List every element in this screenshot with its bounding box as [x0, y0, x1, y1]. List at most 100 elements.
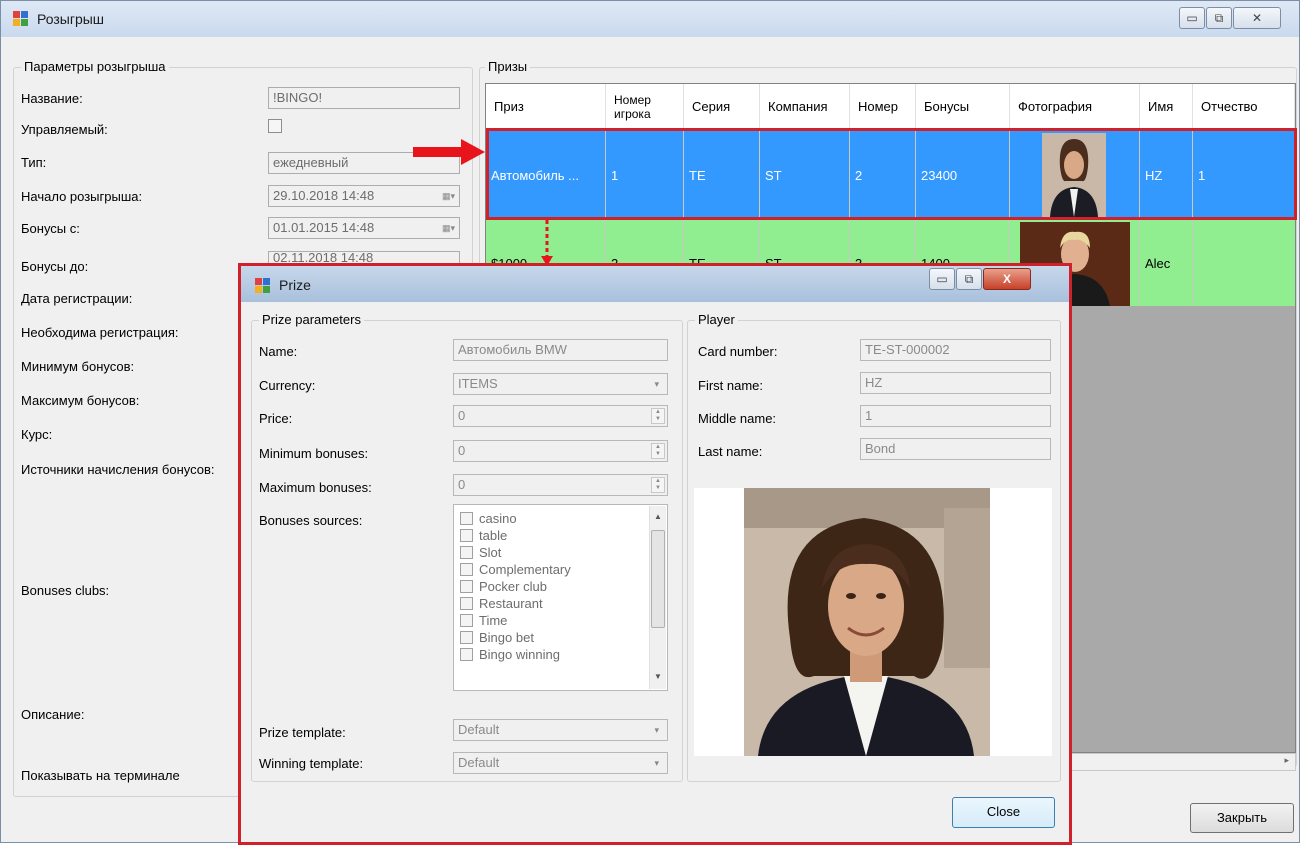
spin-icon[interactable]: ▲ ▼: [651, 477, 665, 493]
selected-row-highlight: [486, 128, 1297, 220]
winning-template-select[interactable]: Default ▾: [453, 752, 668, 774]
dialog-app-icon: [255, 278, 271, 294]
chevron-down-icon[interactable]: ▾: [654, 374, 659, 394]
list-item-label: casino: [479, 511, 517, 526]
card-number-field[interactable]: TE-ST-000002: [860, 339, 1051, 361]
first-name-field[interactable]: HZ: [860, 372, 1051, 394]
checkbox[interactable]: [460, 512, 473, 525]
list-item[interactable]: Time: [460, 613, 507, 628]
bonuses-from-datetime[interactable]: 01.01.2015 14:48 ▦▾: [268, 217, 460, 239]
column-header-patronymic[interactable]: Отчество: [1193, 84, 1295, 130]
list-item[interactable]: Pocker club: [460, 579, 547, 594]
start-datetime[interactable]: 29.10.2018 14:48 ▦▾: [268, 185, 460, 207]
list-scrollbar[interactable]: ▲ ▼: [649, 506, 666, 689]
label-first-name: First name:: [698, 378, 764, 393]
scroll-thumb[interactable]: [651, 530, 665, 628]
label-show-on-terminal: Показывать на терминале: [21, 768, 180, 783]
label-start: Начало розыгрыша:: [21, 189, 143, 204]
prize-template-select[interactable]: Default ▾: [453, 719, 668, 741]
label-registration-required: Необходима регистрация:: [21, 325, 179, 340]
spin-icon[interactable]: ▲ ▼: [651, 443, 665, 459]
chevron-down-icon[interactable]: ▾: [654, 720, 659, 740]
label-last-name: Last name:: [698, 444, 763, 459]
label-currency: Currency:: [259, 378, 316, 393]
scroll-up-icon[interactable]: ▲: [654, 512, 662, 521]
label-min-bonuses: Minimum bonuses:: [259, 446, 369, 461]
calendar-icon[interactable]: ▦▾: [442, 218, 455, 238]
scroll-right-icon[interactable]: ▸: [1284, 755, 1289, 766]
max-bonuses-stepper[interactable]: 0 ▲ ▼: [453, 474, 668, 496]
list-item[interactable]: Restaurant: [460, 596, 543, 611]
label-winning-template: Winning template:: [259, 756, 364, 771]
checkbox[interactable]: [460, 580, 473, 593]
bonus-sources-list[interactable]: casino table Slot Complementary Pocker c…: [453, 504, 668, 691]
column-header-company[interactable]: Компания: [760, 84, 850, 130]
start-value: 29.10.2018 14:48: [273, 188, 375, 203]
column-header-prize[interactable]: Приз: [486, 84, 606, 130]
cell-name: Alec: [1140, 220, 1193, 306]
checkbox[interactable]: [460, 631, 473, 644]
close-button[interactable]: Закрыть: [1190, 803, 1294, 833]
name-field[interactable]: !BINGO!: [268, 87, 460, 109]
list-item[interactable]: Bingo winning: [460, 647, 560, 662]
dialog-restore-button[interactable]: ⧉: [956, 268, 982, 290]
column-header-series[interactable]: Серия: [684, 84, 760, 130]
price-stepper[interactable]: 0 ▲ ▼: [453, 405, 668, 427]
column-header-number[interactable]: Номер: [850, 84, 916, 130]
label-bonus-sources: Источники начисления бонусов:: [21, 462, 215, 477]
label-bonuses-to: Бонусы до:: [21, 259, 89, 274]
dialog-minimize-button[interactable]: ▭: [929, 268, 955, 290]
label-registration-date: Дата регистрации:: [21, 291, 133, 306]
spin-icon[interactable]: ▲ ▼: [651, 408, 665, 424]
list-item-label: Bingo bet: [479, 630, 534, 645]
label-max-bonuses: Максимум бонусов:: [21, 393, 140, 408]
dotted-connector-icon: [541, 220, 553, 266]
dialog-close-x-button[interactable]: X: [983, 268, 1031, 290]
label-prize-name: Name:: [259, 344, 298, 359]
calendar-icon[interactable]: ▦▾: [442, 186, 455, 206]
middle-name-field[interactable]: 1: [860, 405, 1051, 427]
column-header-name[interactable]: Имя: [1140, 84, 1193, 130]
main-title-bar[interactable]: Розыгрыш ▭ ⧉ ✕: [1, 1, 1299, 37]
checkbox[interactable]: [460, 648, 473, 661]
price-value: 0: [458, 408, 466, 423]
label-name: Название:: [21, 91, 83, 106]
currency-select[interactable]: ITEMS ▾: [453, 373, 668, 395]
prize-name-field[interactable]: Автомобиль BMW: [453, 339, 668, 361]
checkbox[interactable]: [460, 597, 473, 610]
checkbox[interactable]: [460, 614, 473, 627]
list-item[interactable]: Bingo bet: [460, 630, 534, 645]
prizes-group-title: Призы: [485, 59, 531, 74]
checkbox[interactable]: [460, 546, 473, 559]
restore-button[interactable]: ⧉: [1206, 7, 1232, 29]
prize-template-value: Default: [458, 722, 500, 737]
label-prize-template: Prize template:: [259, 725, 346, 740]
list-item[interactable]: casino: [460, 511, 517, 526]
list-item[interactable]: Complementary: [460, 562, 571, 577]
checkbox[interactable]: [460, 529, 473, 542]
checkbox[interactable]: [460, 563, 473, 576]
label-card-number: Card number:: [698, 344, 778, 359]
label-description: Описание:: [21, 707, 85, 722]
column-header-bonuses[interactable]: Бонусы: [916, 84, 1010, 130]
bonuses-from-value: 01.01.2015 14:48: [273, 220, 375, 235]
max-bonuses-value: 0: [458, 477, 466, 492]
scroll-down-icon[interactable]: ▼: [654, 672, 662, 681]
list-item[interactable]: Slot: [460, 545, 501, 560]
dialog-title-bar[interactable]: Prize ▭ ⧉ X: [241, 266, 1069, 302]
last-name-field[interactable]: Bond: [860, 438, 1051, 460]
list-item[interactable]: table: [460, 528, 507, 543]
close-window-button[interactable]: ✕: [1233, 7, 1281, 29]
dialog-title: Prize: [279, 277, 311, 293]
column-header-player-number[interactable]: Номер игрока: [606, 84, 684, 130]
minimize-button[interactable]: ▭: [1179, 7, 1205, 29]
list-item-label: Complementary: [479, 562, 571, 577]
list-item-label: table: [479, 528, 508, 543]
chevron-down-icon[interactable]: ▾: [654, 753, 659, 773]
column-header-photo[interactable]: Фотография: [1010, 84, 1140, 130]
dialog-close-button[interactable]: Close: [952, 797, 1055, 828]
horizontal-scrollbar[interactable]: ▸: [1069, 753, 1296, 771]
min-bonuses-stepper[interactable]: 0 ▲ ▼: [453, 440, 668, 462]
managed-checkbox[interactable]: [268, 119, 282, 133]
currency-value: ITEMS: [458, 376, 498, 391]
